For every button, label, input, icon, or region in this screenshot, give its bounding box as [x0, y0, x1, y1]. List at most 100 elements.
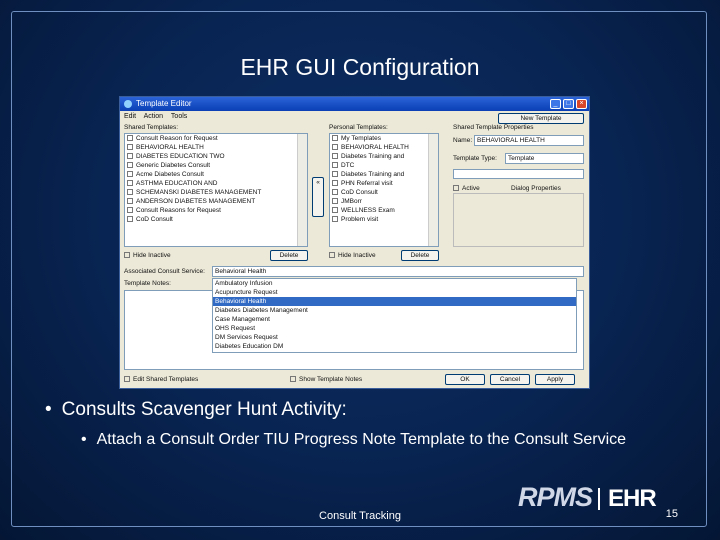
list-item[interactable]: Acupuncture Request — [213, 288, 576, 297]
dialog-properties-label: Dialog Properties — [511, 185, 561, 192]
hide-inactive-personal-checkbox[interactable]: Hide Inactive — [329, 252, 376, 259]
template-icon — [127, 153, 133, 160]
template-type-select[interactable]: Template — [505, 153, 584, 164]
page-number: 15 — [665, 508, 678, 520]
hide-inactive-label: Hide Inactive — [133, 252, 171, 259]
template-icon — [127, 162, 133, 169]
list-item[interactable]: CoD Consult — [330, 188, 438, 197]
ok-button[interactable]: OK — [445, 374, 485, 385]
template-icon — [127, 144, 133, 151]
delete-personal-button[interactable]: Delete — [401, 250, 439, 261]
list-item-label: ANDERSON DIABETES MANAGEMENT — [136, 198, 256, 205]
edit-shared-checkbox[interactable]: Edit Shared Templates — [124, 376, 198, 383]
list-item[interactable]: BEHAVIORAL HEALTH — [330, 143, 438, 152]
template-editor-window: Template Editor _ □ × Edit Action Tools … — [119, 96, 590, 389]
list-item[interactable]: Diabetes Training and — [330, 152, 438, 161]
hide-inactive-checkbox[interactable]: Hide Inactive — [124, 252, 171, 259]
personal-templates-tree[interactable]: My Templates BEHAVIORAL HEALTH Diabetes Tr… — [329, 133, 439, 247]
close-icon[interactable]: × — [576, 99, 587, 109]
scrollbar[interactable] — [428, 134, 438, 246]
bullet-1-text: Consults Scavenger Hunt Activity: — [61, 399, 347, 420]
list-item[interactable]: DM Services Request — [213, 333, 576, 342]
list-item[interactable]: CoD Consult — [125, 215, 307, 224]
list-item-label: WELLNESS Exam — [341, 207, 395, 214]
list-item-label: Consult Reason for Request — [136, 135, 218, 142]
list-item[interactable]: OHS Request — [213, 324, 576, 333]
template-icon — [332, 135, 338, 142]
list-item[interactable]: JMBorr — [330, 197, 438, 206]
show-notes-label: Show Template Notes — [299, 376, 363, 383]
list-item-label: DTC — [341, 162, 355, 169]
list-item[interactable]: WELLNESS Exam — [330, 206, 438, 215]
list-item[interactable]: DTC — [330, 161, 438, 170]
associated-service-select[interactable]: Behavioral Health — [212, 266, 584, 277]
list-item[interactable]: Diabetes Diabetes Management — [213, 306, 576, 315]
show-notes-checkbox[interactable]: Show Template Notes — [290, 376, 362, 383]
list-item[interactable]: Consult Reasons for Request — [125, 206, 307, 215]
menu-action[interactable]: Action — [144, 113, 163, 120]
list-item[interactable]: Generic Diabetes Consult — [125, 161, 307, 170]
list-item[interactable]: SCHEMANSKI DIABETES MANAGEMENT — [125, 188, 307, 197]
list-item[interactable]: PHN Referral visit — [330, 179, 438, 188]
list-item[interactable]: ANDERSON DIABETES MANAGEMENT — [125, 197, 307, 206]
template-icon — [127, 189, 133, 196]
template-icon — [332, 162, 338, 169]
list-item[interactable]: BEHAVIORAL HEALTH — [125, 143, 307, 152]
service-dropdown-list[interactable]: Ambulatory Infusion Acupuncture Request Be… — [212, 278, 577, 353]
window-title-bar: Template Editor _ □ × — [120, 97, 589, 111]
list-item[interactable]: My Templates — [330, 134, 438, 143]
bullet-icon: • — [45, 399, 52, 420]
menu-edit[interactable]: Edit — [124, 113, 136, 120]
list-item[interactable]: Case Management — [213, 315, 576, 324]
template-icon — [332, 153, 338, 160]
bullet-icon: • — [81, 431, 87, 448]
apply-button[interactable]: Apply — [535, 374, 575, 385]
active-checkbox[interactable]: Active — [453, 185, 480, 192]
menu-tools[interactable]: Tools — [171, 113, 187, 120]
minimize-icon[interactable]: _ — [550, 99, 561, 109]
delete-shared-button[interactable]: Delete — [270, 250, 308, 261]
checkbox-icon — [124, 252, 130, 259]
list-item-label: Case Management — [215, 316, 270, 323]
template-icon — [127, 198, 133, 205]
cancel-button[interactable]: Cancel — [490, 374, 530, 385]
template-icon — [332, 198, 338, 205]
app-icon — [124, 100, 132, 108]
list-item-label: SCHEMANSKI DIABETES MANAGEMENT — [136, 189, 262, 196]
template-icon — [332, 180, 338, 187]
template-type-extra[interactable] — [453, 169, 584, 179]
list-item[interactable]: Acme Diabetes Consult — [125, 170, 307, 179]
list-item-label: ASTHMA EDUCATION AND — [136, 180, 218, 187]
scrollbar[interactable] — [297, 134, 307, 246]
list-item-label: DIABETES EDUCATION TWO — [136, 153, 225, 160]
list-item[interactable]: Diabetes Training and — [330, 170, 438, 179]
maximize-icon[interactable]: □ — [563, 99, 574, 109]
template-icon — [332, 144, 338, 151]
bullet-2-text: Attach a Consult Order TIU Progress Note… — [96, 431, 627, 448]
list-item[interactable]: Problem visit — [330, 215, 438, 224]
copy-arrow-button[interactable]: « — [312, 177, 324, 217]
template-icon — [332, 171, 338, 178]
list-item[interactable]: Ambulatory Infusion — [213, 279, 576, 288]
name-field[interactable]: BEHAVIORAL HEALTH — [474, 135, 584, 146]
list-item[interactable]: ASTHMA EDUCATION AND — [125, 179, 307, 188]
list-item-label: Ambulatory Infusion — [215, 280, 273, 287]
list-item-label: Acupuncture Request — [215, 289, 278, 296]
list-item[interactable]: Diabetes Education DM — [213, 342, 576, 351]
list-item[interactable]: DIABETES EDUCATION TWO — [125, 152, 307, 161]
list-item-label: Diabetes Training and — [341, 171, 405, 178]
template-type-label: Template Type: — [453, 155, 497, 162]
list-item[interactable]: Consult Reason for Request — [125, 134, 307, 143]
template-icon — [332, 216, 338, 223]
hide-inactive-label: Hide Inactive — [338, 252, 376, 259]
list-item-label: OHS Request — [215, 325, 256, 332]
checkbox-icon — [290, 376, 296, 383]
list-item-label: Diabetes Training and — [341, 153, 405, 160]
list-item-label: JMBorr — [341, 198, 362, 205]
new-template-button[interactable]: New Template — [498, 113, 584, 124]
template-icon — [332, 207, 338, 214]
shared-templates-tree[interactable]: Consult Reason for Request BEHAVIORAL HEA… — [124, 133, 308, 247]
rpms-ehr-logo: RPMS EHR — [518, 482, 657, 512]
active-label: Active — [462, 185, 480, 192]
list-item[interactable]: Behavioral Health — [213, 297, 576, 306]
